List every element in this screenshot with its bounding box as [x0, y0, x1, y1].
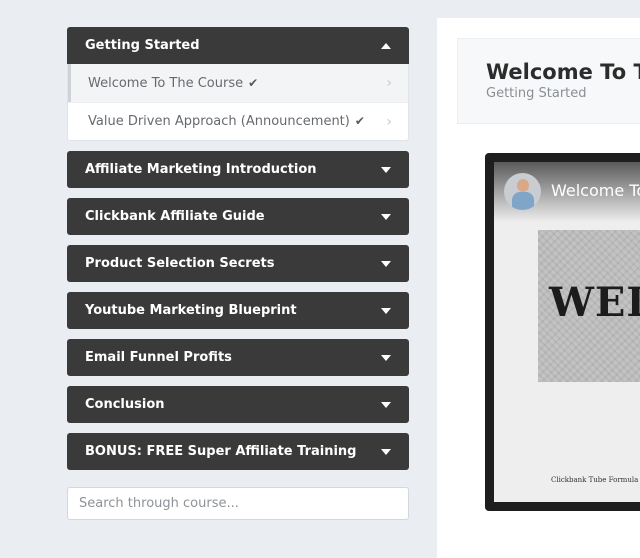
caret-down-icon — [381, 401, 391, 408]
checkmark-icon: ✔ — [248, 75, 259, 90]
section-affiliate-intro: Affiliate Marketing Introduction — [67, 151, 409, 188]
lesson-label-wrap: Value Driven Approach (Announcement) ✔ — [88, 114, 365, 129]
avatar[interactable] — [504, 173, 541, 210]
lesson-label: Welcome To The Course — [88, 75, 244, 91]
caret-down-icon — [381, 260, 391, 267]
section-title: Product Selection Secrets — [85, 256, 275, 271]
caret-down-icon — [381, 354, 391, 361]
section-clickbank-guide: Clickbank Affiliate Guide — [67, 198, 409, 235]
lesson-label: Value Driven Approach (Announcement) — [88, 114, 350, 129]
caret-down-icon — [381, 166, 391, 173]
section-title: Affiliate Marketing Introduction — [85, 162, 317, 177]
lesson-title: Welcome To The Course — [486, 60, 640, 84]
section-header-email-funnel[interactable]: Email Funnel Profits — [67, 339, 409, 376]
lesson-header: Welcome To The Course Getting Started — [457, 38, 640, 124]
section-title: Youtube Marketing Blueprint — [85, 303, 297, 318]
section-header-bonus[interactable]: BONUS: FREE Super Affiliate Training — [67, 433, 409, 470]
video-player[interactable]: WELCOME Welcome To the Course Clickbank … — [485, 153, 640, 511]
section-header-affiliate-intro[interactable]: Affiliate Marketing Introduction — [67, 151, 409, 188]
section-header-youtube-blueprint[interactable]: Youtube Marketing Blueprint — [67, 292, 409, 329]
section-header-getting-started[interactable]: Getting Started — [67, 27, 409, 64]
caret-down-icon — [381, 448, 391, 455]
chevron-right-icon: › — [386, 113, 392, 130]
lesson-label-wrap: Welcome To The Course ✔ — [88, 76, 258, 91]
section-title: BONUS: FREE Super Affiliate Training — [85, 444, 357, 459]
checkmark-icon: ✔ — [354, 114, 365, 128]
avatar-body — [512, 192, 534, 210]
section-title: Clickbank Affiliate Guide — [85, 209, 265, 224]
section-youtube-blueprint: Youtube Marketing Blueprint — [67, 292, 409, 329]
chevron-right-icon: › — [386, 75, 392, 91]
lesson-content: Welcome To The Course Getting Started WE… — [437, 18, 640, 558]
section-title: Email Funnel Profits — [85, 350, 232, 365]
lesson-item-value-driven[interactable]: Value Driven Approach (Announcement) ✔ › — [68, 102, 408, 140]
section-bonus: BONUS: FREE Super Affiliate Training — [67, 433, 409, 470]
section-header-clickbank-guide[interactable]: Clickbank Affiliate Guide — [67, 198, 409, 235]
slide-word: WELCOME — [549, 279, 640, 326]
lesson-item-welcome[interactable]: Welcome To The Course ✔ › — [68, 64, 408, 102]
caret-down-icon — [381, 307, 391, 314]
slide-image: WELCOME — [538, 230, 640, 382]
lesson-list: Welcome To The Course ✔ › Value Driven Ap… — [67, 64, 409, 141]
section-title: Getting Started — [85, 38, 200, 53]
section-header-conclusion[interactable]: Conclusion — [67, 386, 409, 423]
slide-footer-text: Clickbank Tube Formula — [551, 476, 639, 484]
caret-down-icon — [381, 213, 391, 220]
video-title[interactable]: Welcome To the Course — [551, 181, 640, 200]
section-email-funnel: Email Funnel Profits — [67, 339, 409, 376]
course-sidebar: Getting Started Welcome To The Course ✔ ›… — [67, 27, 409, 520]
section-conclusion: Conclusion — [67, 386, 409, 423]
section-product-selection: Product Selection Secrets — [67, 245, 409, 282]
video-frame: WELCOME Welcome To the Course Clickbank … — [494, 162, 640, 502]
caret-up-icon — [381, 42, 391, 49]
section-getting-started: Getting Started Welcome To The Course ✔ ›… — [67, 27, 409, 141]
lesson-section-name: Getting Started — [486, 86, 587, 101]
avatar-head — [517, 179, 529, 192]
section-title: Conclusion — [85, 397, 165, 412]
course-search-input[interactable] — [67, 487, 409, 520]
section-header-product-selection[interactable]: Product Selection Secrets — [67, 245, 409, 282]
